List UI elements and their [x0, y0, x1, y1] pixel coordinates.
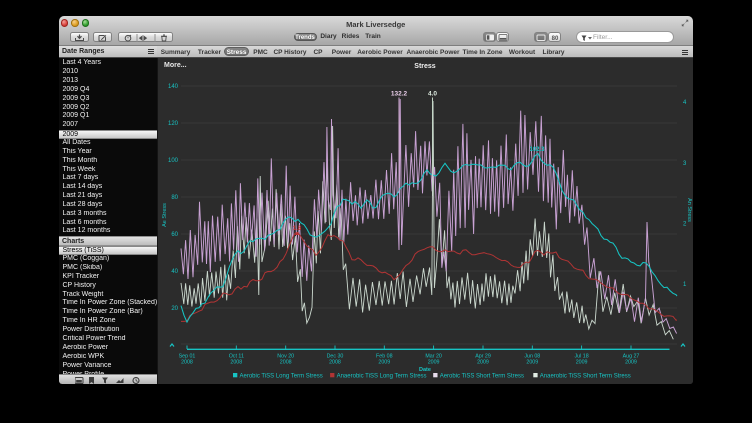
- svg-text:140: 140: [168, 84, 179, 90]
- svg-text:Anaerobic TiSS Long Term Stres: Anaerobic TiSS Long Term Stress: [337, 373, 427, 379]
- svg-text:2009: 2009: [526, 359, 538, 365]
- svg-text:60: 60: [171, 232, 178, 238]
- svg-text:Ae Stress: Ae Stress: [162, 203, 168, 227]
- svg-text:2008: 2008: [329, 359, 341, 365]
- svg-text:Anaerobic TiSS Short Term Stre: Anaerobic TiSS Short Term Stress: [540, 373, 631, 379]
- svg-text:4: 4: [683, 100, 687, 106]
- svg-text:2009: 2009: [378, 359, 390, 365]
- svg-text:102.3: 102.3: [529, 147, 545, 153]
- svg-text:2008: 2008: [230, 359, 242, 365]
- svg-text:2008: 2008: [280, 359, 292, 365]
- svg-text:20: 20: [171, 306, 178, 312]
- svg-text:4.0: 4.0: [428, 91, 437, 98]
- svg-text:100: 100: [168, 158, 179, 164]
- svg-text:1: 1: [683, 282, 687, 288]
- svg-text:80: 80: [171, 195, 178, 201]
- svg-text:2009: 2009: [625, 359, 637, 365]
- svg-text:1.8: 1.8: [293, 226, 302, 232]
- svg-text:Aerobic TiSS Short Term Stress: Aerobic TiSS Short Term Stress: [440, 373, 524, 379]
- svg-text:More...: More...: [164, 62, 187, 69]
- svg-text:132.2: 132.2: [391, 91, 408, 98]
- svg-text:80: 80: [551, 36, 558, 42]
- svg-text:3: 3: [683, 161, 687, 167]
- svg-text:2: 2: [683, 222, 687, 228]
- svg-text:Date: Date: [419, 367, 431, 373]
- svg-text:2009: 2009: [477, 359, 489, 365]
- svg-text:Aerobic TiSS Long Term Stress: Aerobic TiSS Long Term Stress: [240, 373, 323, 379]
- svg-text:40: 40: [171, 269, 178, 275]
- svg-text:2009: 2009: [428, 359, 440, 365]
- svg-text:2008: 2008: [181, 359, 193, 365]
- svg-text:Stress: Stress: [414, 63, 436, 70]
- svg-text:120: 120: [168, 121, 179, 127]
- svg-text:An Stress: An Stress: [686, 198, 692, 222]
- svg-text:2009: 2009: [576, 359, 588, 365]
